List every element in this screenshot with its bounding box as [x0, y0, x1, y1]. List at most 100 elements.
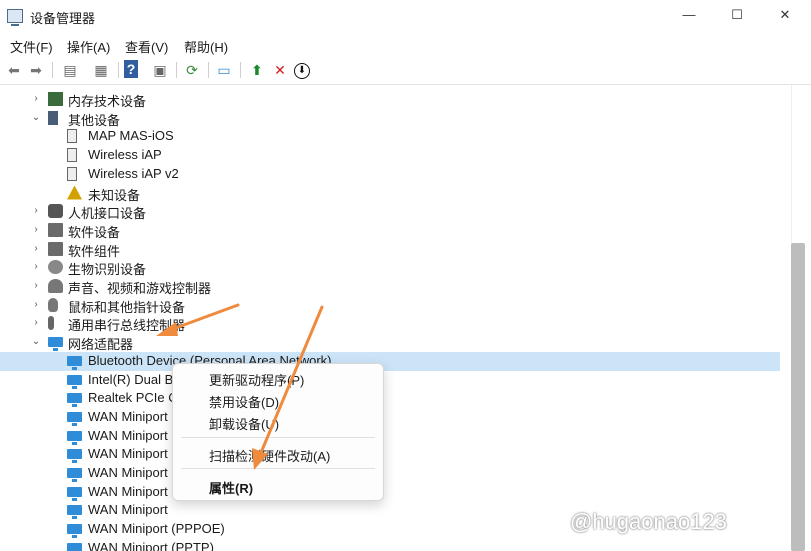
toolbar: ⬅ ➡ ▤ ▦ ? ▣ ⟳ ▭ ⬆ ✕ ⬇	[0, 56, 811, 85]
tree-device[interactable]: Bluetooth Device (Personal Area Network)	[0, 351, 780, 371]
tree-device[interactable]: MAP MAS-iOS	[0, 127, 780, 146]
toolbar-separator	[176, 62, 177, 78]
title-bar: 设备管理器 — ☐ ✕	[0, 0, 811, 32]
tree-device[interactable]: WAN Miniport	[0, 445, 780, 464]
tree-category[interactable]: › 软件组件	[0, 240, 780, 259]
tree-device[interactable]: 未知设备	[0, 184, 780, 203]
toolbar-separator	[52, 62, 53, 78]
menu-view[interactable]: 查看(V)	[125, 37, 168, 56]
tree-device[interactable]: Wireless iAP v2	[0, 165, 780, 184]
tree-item-label: 其他设备	[68, 112, 121, 128]
tree-item-label: 未知设备	[88, 187, 141, 203]
chevron-right-icon[interactable]: ›	[30, 298, 42, 312]
forward-icon[interactable]: ➡	[26, 60, 46, 80]
audio-icon	[48, 279, 63, 293]
maximize-button[interactable]: ☐	[721, 4, 753, 26]
menu-update-driver[interactable]: 更新驱动程序(P)	[209, 370, 304, 389]
menu-action[interactable]: 操作(A)	[67, 37, 110, 56]
tree-device[interactable]: WAN Miniport	[0, 408, 780, 427]
chevron-right-icon[interactable]: ›	[30, 92, 42, 106]
tree-item-label: 网络适配器	[68, 337, 134, 353]
usb-icon	[48, 316, 54, 331]
menu-bar: 文件(F) 操作(A) 查看(V) 帮助(H)	[0, 33, 811, 55]
tree-category[interactable]: › 人机接口设备	[0, 202, 780, 221]
tree-item-label: WAN Miniport (PPPOE)	[88, 521, 225, 537]
warning-device-icon	[67, 185, 82, 200]
tree-device[interactable]: Wireless iAP	[0, 146, 780, 165]
network-adapter-icon	[67, 486, 82, 501]
tree-category[interactable]: › 生物识别设备	[0, 258, 780, 277]
tree-item-label: 软件组件	[68, 243, 121, 259]
network-adapter-icon	[67, 411, 82, 426]
tree-item-label: 鼠标和其他指针设备	[68, 299, 186, 315]
tree-device[interactable]: WAN Miniport	[0, 483, 780, 502]
properties-icon[interactable]: ▦	[91, 60, 111, 80]
disable-icon[interactable]: ⬇	[294, 63, 310, 79]
tree-device[interactable]: WAN Miniport	[0, 427, 780, 446]
hid-icon	[48, 204, 63, 219]
tree-item-label: WAN Miniport	[88, 427, 168, 443]
watermark: @hugaonao123	[570, 509, 727, 534]
tree-device[interactable]: WAN Miniport	[0, 464, 780, 483]
tree-category[interactable]: ⌄ 网络适配器	[0, 333, 780, 352]
menu-help[interactable]: 帮助(H)	[184, 37, 228, 56]
tree-device[interactable]: WAN Miniport (PPTP)	[0, 539, 780, 551]
tree-category[interactable]: › 通用串行总线控制器	[0, 314, 780, 333]
tree-item-label: Realtek PCIe C	[88, 390, 178, 406]
toolbar-separator	[118, 62, 119, 78]
chevron-right-icon[interactable]: ›	[30, 204, 42, 218]
chevron-right-icon[interactable]: ›	[30, 242, 42, 256]
monitor-icon[interactable]: ▭	[214, 60, 234, 80]
tree-item-label: 声音、视频和游戏控制器	[68, 281, 212, 296]
tree-item-label: 内存技术设备	[68, 94, 147, 109]
unknown-device-icon	[67, 129, 77, 144]
network-adapter-icon	[48, 337, 63, 352]
tree-device[interactable]: Realtek PCIe C	[0, 389, 780, 408]
tree-item-label: WAN Miniport	[88, 483, 168, 499]
tree-category[interactable]: › 声音、视频和游戏控制器	[0, 277, 780, 296]
chevron-right-icon[interactable]: ›	[30, 279, 42, 293]
tree-item-label: Wireless iAP	[88, 147, 162, 163]
tree-device[interactable]: Intel(R) Dual B	[0, 371, 780, 390]
toolbar-separator	[208, 62, 209, 78]
menu-properties[interactable]: 属性(R)	[209, 478, 253, 497]
mouse-icon	[48, 297, 58, 312]
network-adapter-icon	[67, 505, 82, 520]
menu-scan-hardware[interactable]: 扫描检测硬件改动(A)	[209, 446, 330, 465]
unknown-device-icon	[67, 148, 77, 163]
minimize-button[interactable]: —	[673, 4, 705, 26]
chevron-right-icon[interactable]: ›	[30, 316, 42, 330]
back-icon[interactable]: ⬅	[4, 60, 24, 80]
scrollbar-thumb[interactable]	[791, 243, 805, 551]
scan-icon[interactable]: ⟳	[182, 60, 202, 80]
update-driver-icon[interactable]: ⬆	[247, 60, 267, 80]
software-device-icon	[48, 222, 63, 237]
software-component-icon	[48, 241, 63, 256]
tree-item-label: 通用串行总线控制器	[68, 318, 186, 334]
unknown-device-icon	[67, 166, 77, 181]
tree-category[interactable]: › 内存技术设备	[0, 90, 780, 109]
tree-item-label: MAP MAS-iOS	[88, 128, 174, 144]
network-adapter-icon	[67, 374, 82, 389]
toolbar-separator	[240, 62, 241, 78]
device-manager-icon	[7, 9, 23, 26]
network-adapter-icon	[67, 468, 82, 482]
chevron-down-icon[interactable]: ⌄	[30, 335, 42, 349]
tree-item-label: Wireless iAP v2	[88, 165, 179, 181]
menu-uninstall-device[interactable]: 卸载设备(U)	[209, 414, 279, 433]
close-button[interactable]: ✕	[769, 4, 801, 26]
remove-icon[interactable]: ✕	[270, 60, 290, 80]
tree-category[interactable]: › 软件设备	[0, 221, 780, 240]
chevron-right-icon[interactable]: ›	[30, 260, 42, 274]
menu-file[interactable]: 文件(F)	[10, 37, 53, 56]
help-icon[interactable]: ?	[124, 60, 138, 78]
chevron-right-icon[interactable]: ›	[30, 223, 42, 237]
chevron-down-icon[interactable]: ⌄	[30, 111, 42, 125]
biometric-icon	[48, 260, 63, 275]
tree-category[interactable]: ⌄ 其他设备	[0, 109, 780, 128]
view-icon[interactable]: ▣	[150, 60, 170, 80]
menu-disable-device[interactable]: 禁用设备(D)	[209, 392, 279, 411]
tree-item-label: WAN Miniport	[88, 408, 168, 424]
tree-category[interactable]: › 鼠标和其他指针设备	[0, 296, 780, 315]
computer-icon[interactable]: ▤	[60, 60, 80, 80]
